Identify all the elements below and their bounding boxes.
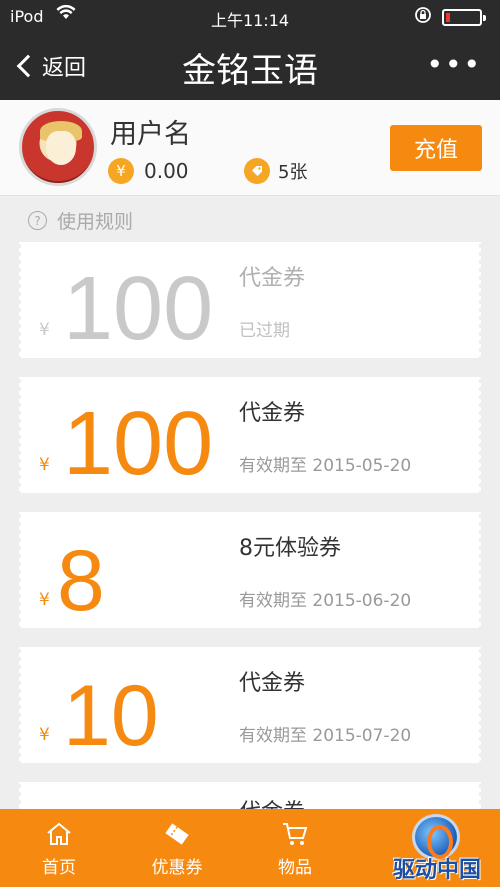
coupon-value: 100: [63, 394, 214, 494]
coupon-title: 代金券: [239, 401, 306, 426]
battery-icon: [442, 9, 486, 26]
user-name: 用户名: [110, 119, 191, 150]
coupon-value: 10: [63, 668, 159, 764]
watermark-logo: 驱动中国: [382, 812, 492, 884]
usage-rules-link[interactable]: ? 使用规则: [28, 207, 133, 234]
tab-items-label: 物品: [278, 858, 312, 878]
coupon-title: 代金券: [239, 266, 306, 291]
coupon-tag-icon: [244, 158, 270, 184]
tab-home[interactable]: 首页: [0, 809, 118, 887]
balance-amount: 0.00: [144, 159, 189, 183]
back-button[interactable]: 返回: [14, 50, 86, 82]
currency-symbol: ¥: [39, 590, 50, 610]
status-bar: iPod 上午11:14: [0, 0, 500, 34]
coupon-value: 8: [57, 533, 105, 629]
usage-rules-label: 使用规则: [57, 211, 134, 233]
tab-coupons-label: 优惠券: [151, 858, 203, 878]
home-icon: [47, 822, 71, 845]
coupon-count: 5张: [278, 162, 308, 183]
cart-icon: [283, 823, 308, 845]
back-label: 返回: [42, 56, 87, 81]
coupon-card[interactable]: ¥ 8 8元体验券 有效期至 2015-06-20: [19, 512, 481, 628]
yen-coin-icon: ¥: [108, 158, 134, 184]
coupon-status: 已过期: [239, 321, 290, 341]
coupon-expiry: 有效期至 2015-06-20: [239, 591, 412, 611]
watermark-text: 驱动中国: [392, 858, 481, 883]
recharge-button[interactable]: 充值: [390, 125, 482, 171]
nav-bar: 返回 金铭玉语 •••: [0, 34, 500, 100]
tab-home-label: 首页: [42, 858, 76, 878]
user-panel: 用户名 ¥ 0.00 5张 充值: [0, 100, 500, 196]
coupon-title: 8元体验券: [239, 536, 341, 561]
coupon-expiry: 有效期至 2015-07-20: [239, 726, 412, 746]
currency-symbol: ¥: [39, 725, 50, 745]
coupon-title: 代金券: [239, 671, 306, 696]
help-icon: ?: [28, 211, 47, 230]
coupon-card[interactable]: 代金券: [19, 782, 481, 809]
rotation-lock-icon: [414, 6, 432, 28]
more-button[interactable]: •••: [426, 48, 482, 81]
coupon-card[interactable]: ¥ 100 代金券 已过期: [19, 242, 481, 358]
tab-coupons[interactable]: 优惠券: [118, 809, 236, 887]
coupon-card[interactable]: ¥ 10 代金券 有效期至 2015-07-20: [19, 647, 481, 763]
currency-symbol: ¥: [39, 320, 50, 340]
chevron-left-icon: [16, 54, 40, 78]
coupon-expiry: 有效期至 2015-05-20: [239, 456, 412, 476]
coupon-title: 代金券: [239, 794, 305, 809]
coupon-icon: [165, 823, 189, 845]
avatar[interactable]: [19, 108, 97, 186]
currency-symbol: ¥: [39, 455, 50, 475]
coupon-value: 100: [63, 259, 214, 359]
balance-row: ¥ 0.00 5张: [108, 158, 307, 184]
coupon-card[interactable]: ¥ 100 代金券 有效期至 2015-05-20: [19, 377, 481, 493]
tab-items[interactable]: 物品: [236, 809, 354, 887]
avatar-face: [46, 131, 76, 165]
